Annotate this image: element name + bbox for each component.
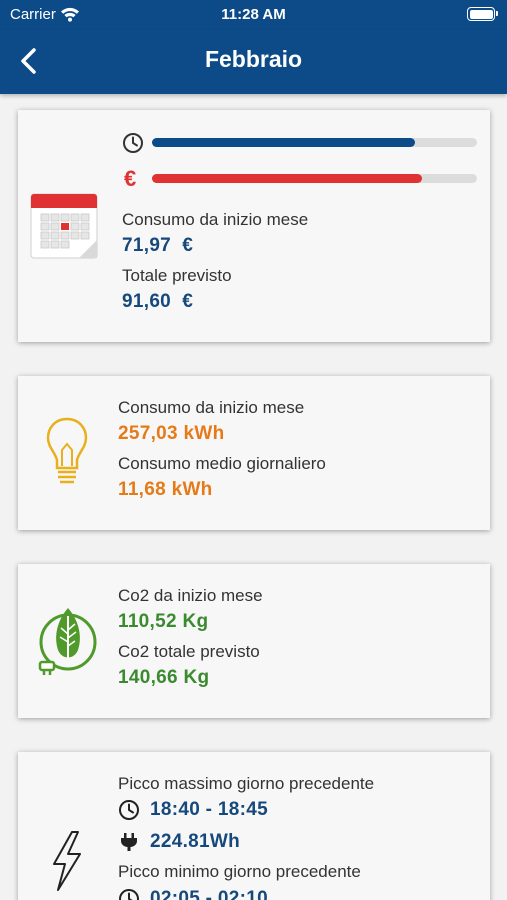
status-bar: Carrier 11:28 AM: [0, 0, 507, 30]
battery-icon: [467, 7, 498, 21]
cost-progress-bar: [152, 174, 477, 183]
page-title: Febbraio: [204, 46, 303, 72]
lightning-icon: [53, 831, 81, 891]
consumo-label: Consumo da inizio mese: [122, 210, 309, 229]
clock-icon: [123, 133, 143, 153]
euro-icon: €: [124, 166, 137, 191]
calendar-icon: [30, 193, 98, 259]
eco-leaf-icon: [38, 608, 97, 675]
status-time: 11:28 AM: [221, 6, 286, 23]
time-progress-fill: [152, 138, 416, 147]
clock-icon: [119, 889, 139, 900]
cost-card[interactable]: € Consumo da inizio mese 71,97 € Totale …: [18, 110, 490, 342]
max-peak-power: 224.81Wh: [150, 831, 241, 852]
medio-label: Consumo medio giornaliero: [118, 454, 326, 473]
max-peak-label: Picco massimo giorno precedente: [118, 774, 375, 793]
consumo-value: 257,03 kWh: [118, 423, 225, 444]
min-peak-time: 02:05 - 02:10: [150, 888, 268, 900]
navigation-bar: Febbraio: [0, 30, 507, 94]
peak-card[interactable]: Picco massimo giorno precedente 18:40 - …: [18, 752, 490, 900]
cost-progress-fill: [152, 174, 422, 183]
co2-totale-value: 140,66 Kg: [118, 667, 210, 688]
co2-label: Co2 da inizio mese: [118, 586, 263, 605]
time-progress-bar: [152, 138, 477, 147]
totale-label: Totale previsto: [122, 266, 232, 285]
min-peak-label: Picco minimo giorno precedente: [118, 862, 361, 881]
co2-value: 110,52 Kg: [118, 611, 209, 632]
lightbulb-icon: [46, 417, 88, 484]
plug-icon: [121, 833, 137, 851]
co2-totale-label: Co2 totale previsto: [118, 642, 260, 661]
medio-value: 11,68 kWh: [118, 479, 213, 500]
max-peak-time: 18:40 - 18:45: [150, 799, 268, 820]
co2-card[interactable]: Co2 da inizio mese 110,52 Kg Co2 totale …: [18, 564, 490, 718]
clock-icon: [119, 800, 139, 820]
totale-value: 91,60 €: [122, 291, 194, 312]
energy-card[interactable]: Consumo da inizio mese 257,03 kWh Consum…: [18, 376, 490, 530]
consumo-value: 71,97 €: [122, 235, 194, 256]
consumo-label: Consumo da inizio mese: [118, 398, 305, 417]
